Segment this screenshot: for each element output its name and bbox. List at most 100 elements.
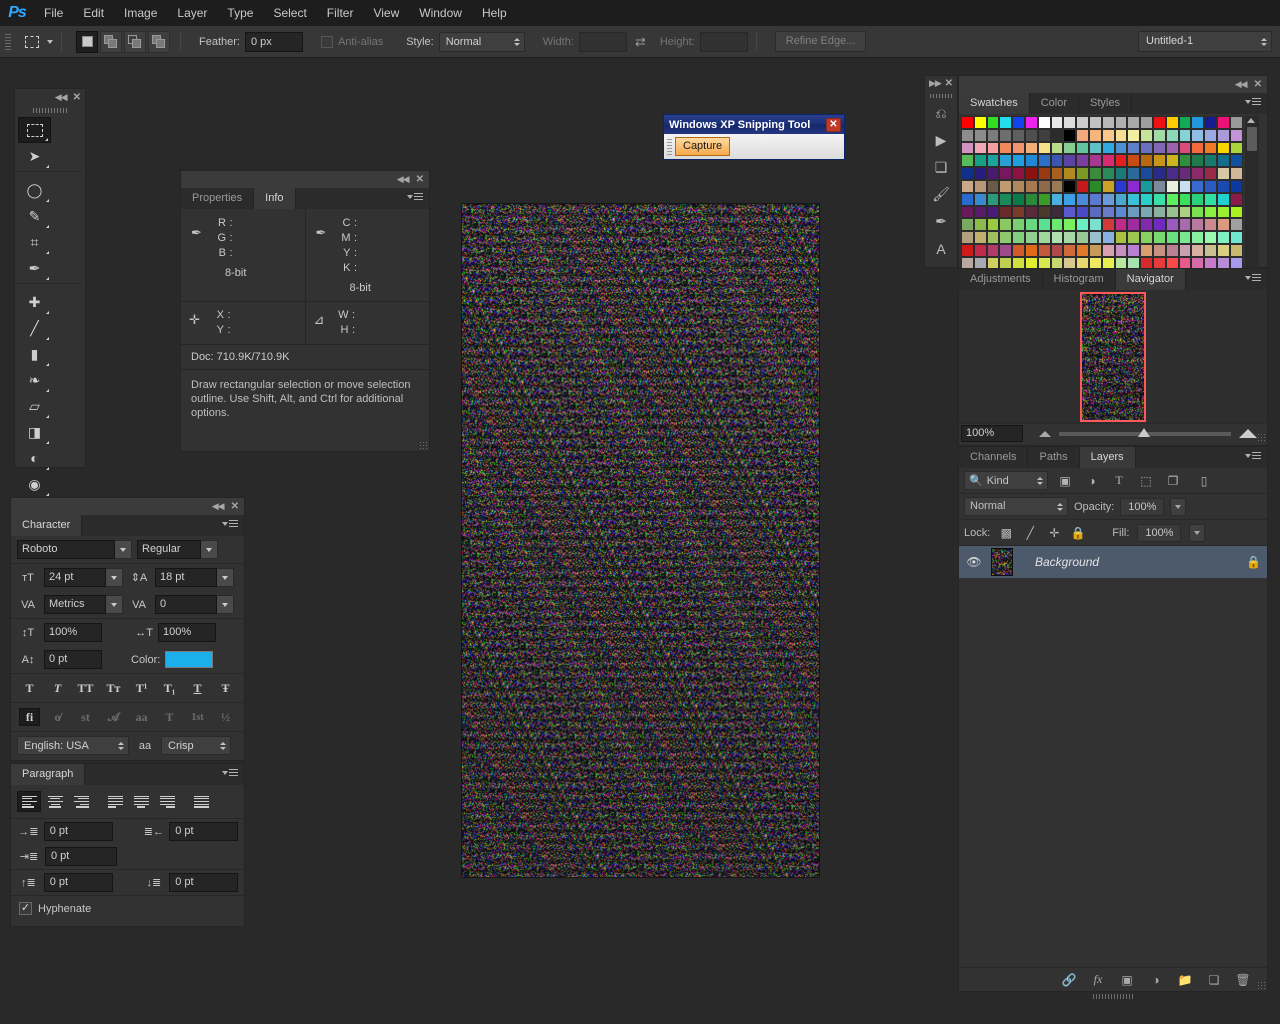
rectangular-marquee-tool[interactable] [18,117,51,143]
swatch-cell[interactable] [1204,167,1217,180]
swatch-cell[interactable] [1114,243,1128,257]
discretionary-ligatures-button[interactable]: st [75,708,96,726]
leading-combo[interactable]: 18 pt [155,568,234,587]
swatch-cell[interactable] [1140,128,1153,142]
swatch-cell[interactable] [1204,192,1217,206]
swatch-cell[interactable] [1229,243,1243,257]
swatch-cell[interactable] [973,154,987,168]
swatch-cell[interactable] [973,243,987,257]
justify-last-left-button[interactable] [103,791,127,812]
options-bar-grip[interactable] [4,31,12,52]
swatch-cell[interactable] [999,243,1013,257]
swatch-cell[interactable] [1088,154,1102,168]
swatch-cell[interactable] [1191,128,1205,142]
swatch-cell[interactable] [1152,167,1166,180]
dodge-tool[interactable]: ◉ [18,471,51,497]
swatch-cell[interactable] [999,116,1013,129]
height-input[interactable] [699,31,748,52]
swatch-cell[interactable] [1165,218,1179,232]
lock-all-icon[interactable]: 🔒 [1070,526,1086,540]
swatch-cell[interactable] [1178,179,1192,193]
swatch-cell[interactable] [961,116,974,129]
swatch-cell[interactable] [999,154,1013,168]
swatch-cell[interactable] [1114,116,1128,129]
swatch-cell[interactable] [1012,141,1025,155]
swatch-cell[interactable] [986,116,1000,129]
swatch-cell[interactable] [1178,128,1192,142]
swatch-cell[interactable] [1140,205,1153,219]
swatch-cell[interactable] [1012,179,1025,193]
swatch-cell[interactable] [1063,231,1077,244]
swatch-cell[interactable] [1127,218,1141,232]
swatch-cell[interactable] [1165,192,1179,206]
swatch-cell[interactable] [1140,192,1153,206]
swatch-cell[interactable] [1114,141,1128,155]
swatch-cell[interactable] [1101,154,1115,168]
swatch-cell[interactable] [1204,116,1217,129]
swatch-cell[interactable] [986,192,1000,206]
swatch-cell[interactable] [1037,116,1051,129]
swatch-cell[interactable] [1076,218,1089,232]
swatch-cell[interactable] [999,192,1013,206]
close-icon[interactable]: ✕ [945,78,953,89]
quick-selection-tool[interactable]: ✎ [18,203,51,229]
swatch-cell[interactable] [1178,154,1192,168]
swatch-cell[interactable] [1140,154,1153,168]
swatch-cell[interactable] [1037,141,1051,155]
swatch-cell[interactable] [1063,192,1077,206]
swatch-cell[interactable] [1037,218,1051,232]
swatch-cell[interactable] [1037,128,1051,142]
history-brush-tool[interactable]: ❧ [18,367,51,393]
swatch-cell[interactable] [1140,116,1153,129]
brush-presets-icon[interactable]: 🖌 [925,181,957,208]
indent-left-value[interactable]: 0 pt [43,822,113,841]
swatch-cell[interactable] [1088,116,1102,129]
swatch-cell[interactable] [1076,205,1089,219]
swatch-cell[interactable] [1216,179,1230,193]
swatch-cell[interactable] [1114,167,1128,180]
language-select[interactable]: English: USA [17,736,129,755]
swatch-cell[interactable] [1191,192,1205,206]
new-group-icon[interactable]: 📁 [1177,973,1193,987]
adjustment-layer-filter-icon[interactable]: ◑ [1082,471,1102,490]
swatch-cell[interactable] [1050,128,1064,142]
swatch-cell[interactable] [1165,243,1179,257]
clone-stamp-tool[interactable]: ▮ [18,341,51,367]
swatch-cell[interactable] [1063,116,1077,129]
swatch-cell[interactable] [1012,231,1025,244]
swatch-cell[interactable] [1050,167,1064,180]
swatch-cell[interactable] [1178,205,1192,219]
close-icon[interactable]: ✕ [231,501,239,512]
ordinals-button[interactable]: 1st [187,708,208,726]
swatch-cell[interactable] [1127,205,1141,219]
swatch-cell[interactable] [1229,128,1243,142]
swatch-cell[interactable] [1088,205,1102,219]
swap-dimensions-icon[interactable]: ⇄ [635,34,646,50]
swatch-cell[interactable] [1140,243,1153,257]
swatch-cell[interactable] [1127,128,1141,142]
swatch-cell[interactable] [1204,218,1217,232]
swatch-cell[interactable] [1191,243,1205,257]
eyedropper-tool[interactable]: ✒ [18,255,51,281]
menu-help[interactable]: Help [472,0,517,26]
swatch-cell[interactable] [1050,231,1064,244]
swatch-cell[interactable] [1101,116,1115,129]
swatch-cell[interactable] [1050,179,1064,193]
swatches-grid[interactable] [961,116,1243,283]
swatch-cell[interactable] [1165,167,1179,180]
swatch-cell[interactable] [1024,179,1038,193]
superscript-button[interactable]: T¹ [131,679,152,697]
swatch-cell[interactable] [1050,243,1064,257]
font-size-combo[interactable]: 24 pt [44,568,123,587]
layer-style-icon[interactable]: fx [1090,972,1106,987]
swatch-cell[interactable] [1216,192,1230,206]
swatch-cell[interactable] [999,167,1013,180]
swatch-cell[interactable] [961,167,974,180]
swatch-cell[interactable] [1076,128,1089,142]
swatch-cell[interactable] [1140,218,1153,232]
eraser-tool[interactable]: ▱ [18,393,51,419]
swatch-cell[interactable] [1050,218,1064,232]
swatch-cell[interactable] [986,231,1000,244]
align-right-button[interactable] [69,791,93,812]
panel-menu-icon[interactable] [407,193,423,200]
